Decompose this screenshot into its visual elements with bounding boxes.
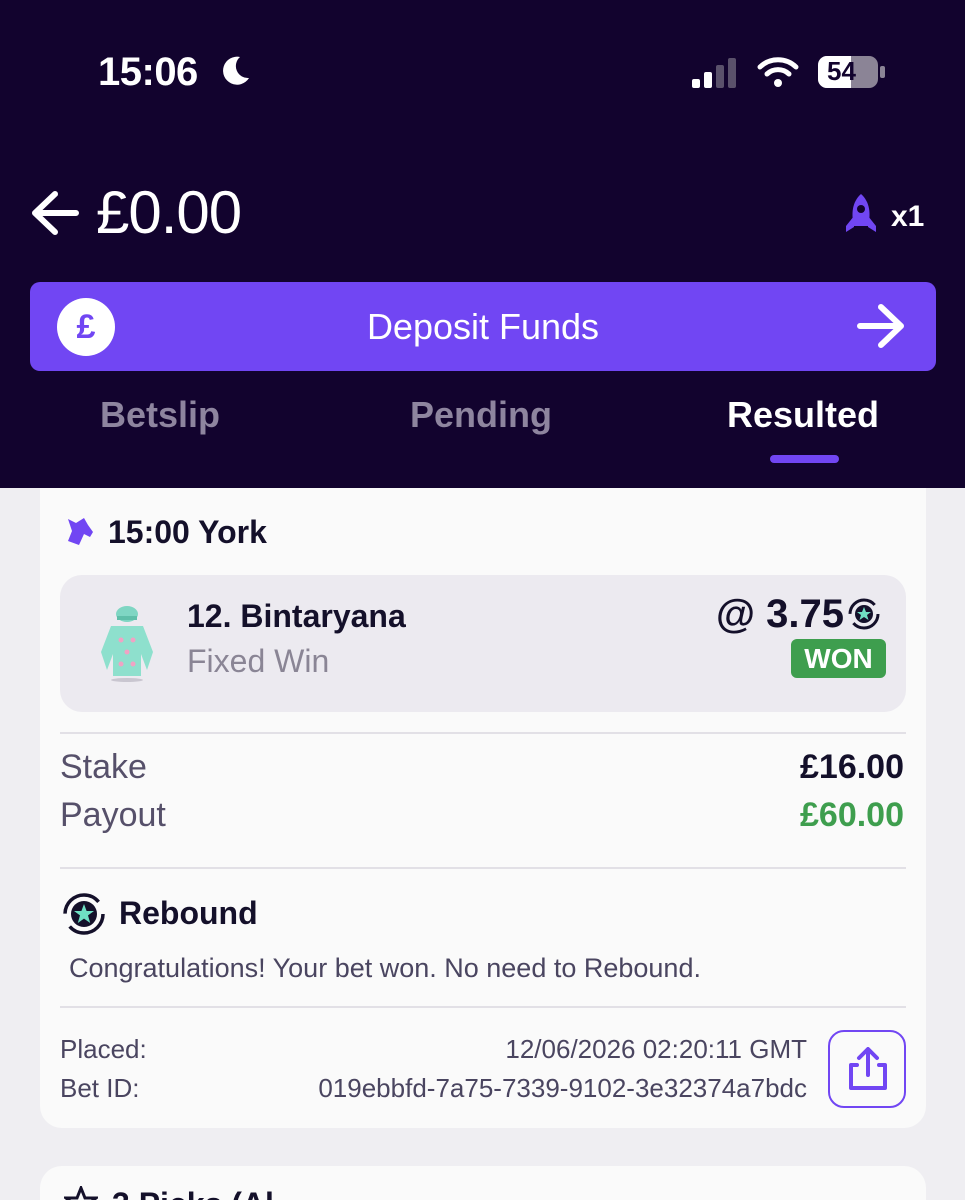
back-arrow-icon[interactable]	[30, 190, 80, 236]
share-icon	[849, 1047, 887, 1090]
rebound-icon	[63, 893, 105, 935]
stake-label: Stake	[60, 748, 147, 786]
rebound-star-icon	[848, 598, 880, 630]
next-bet-title: 3 Picks (Al...	[112, 1186, 301, 1200]
battery-level: 54	[827, 56, 856, 86]
moon-icon	[223, 56, 249, 85]
jockey-silks-icon	[101, 606, 153, 682]
app-header: 15:06 54 £0.00 x1 £ Deposit Funds Betsli…	[0, 0, 965, 488]
rebound-title: Rebound	[119, 895, 258, 931]
tab-resulted[interactable]: Resulted	[727, 394, 879, 436]
active-tab-indicator	[770, 455, 839, 463]
divider	[60, 867, 906, 869]
payout-value: £60.00	[800, 796, 904, 834]
deposit-funds-label: Deposit Funds	[366, 306, 600, 347]
wifi-icon	[757, 57, 799, 87]
tab-pending[interactable]: Pending	[410, 394, 552, 436]
account-balance: £0.00	[96, 179, 242, 246]
payout-label: Payout	[60, 796, 166, 834]
placed-label: Placed:	[60, 1034, 147, 1064]
boost-multiplier: x1	[891, 200, 925, 233]
runner-name: 12. Bintaryana	[187, 598, 406, 634]
bet-id-label: Bet ID:	[60, 1073, 140, 1103]
rebound-message: Congratulations! Your bet won. No need t…	[69, 953, 701, 983]
placed-timestamp: 12/06/2026 02:20:11 GMT	[505, 1034, 807, 1064]
battery-indicator: 54	[817, 55, 887, 89]
star-badge-icon	[64, 1186, 98, 1200]
share-button[interactable]	[828, 1030, 906, 1108]
status-time: 15:06	[98, 50, 198, 94]
horse-head-icon	[68, 518, 93, 545]
bet-id-value: 019ebbfd-7a75-7339-9102-3e32374a7bdc	[318, 1073, 807, 1103]
stake-value: £16.00	[800, 748, 904, 786]
bet-type: Fixed Win	[187, 643, 330, 679]
odds-value: @ 3.75	[716, 592, 844, 636]
deposit-funds-button[interactable]: £ Deposit Funds	[30, 282, 936, 371]
cellular-signal-icon	[692, 58, 736, 88]
divider	[60, 732, 906, 734]
rocket-icon[interactable]	[843, 192, 879, 238]
arrow-right-icon	[857, 304, 904, 348]
tab-betslip[interactable]: Betslip	[100, 394, 220, 436]
divider	[60, 1006, 906, 1008]
result-badge: WON	[791, 639, 886, 678]
race-title: 15:00 York	[108, 514, 267, 550]
